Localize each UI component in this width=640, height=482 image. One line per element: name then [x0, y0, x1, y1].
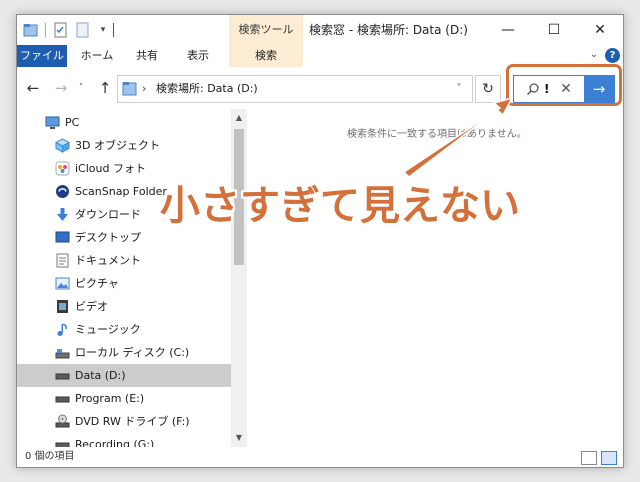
sidebar-item-label: Data (D:) — [75, 369, 126, 382]
sidebar-item-label: ビデオ — [75, 300, 108, 313]
sidebar-item-label: ダウンロード — [75, 208, 141, 221]
scroll-up-icon[interactable]: ▲ — [231, 111, 247, 125]
back-button[interactable]: ← — [23, 79, 43, 97]
music-icon — [57, 323, 67, 336]
sidebar-item-label: Recording (G:) — [75, 438, 155, 447]
tab-view[interactable]: 表示 — [175, 45, 221, 67]
drive-icon — [55, 373, 70, 380]
item-count: 0 個の項目 — [25, 451, 75, 462]
up-button[interactable]: ↑ — [95, 79, 115, 97]
tab-file[interactable]: ファイル — [17, 45, 67, 67]
sidebar-item-local-disk-c[interactable]: ローカル ディスク (C:) — [17, 341, 231, 364]
sidebar-item-label: iCloud フォト — [75, 162, 146, 175]
drive-icon — [55, 396, 70, 403]
minimize-button[interactable]: — — [485, 15, 531, 45]
sidebar-item-label: ピクチャ — [75, 277, 119, 290]
sidebar-item-documents[interactable]: ドキュメント — [17, 249, 231, 272]
sidebar-item-pc[interactable]: PC — [17, 111, 231, 134]
sidebar-item-recording-g[interactable]: Recording (G:) — [17, 433, 231, 447]
title-separator — [113, 23, 114, 37]
expand-ribbon-icon[interactable]: ⌄ — [587, 48, 601, 62]
address-bar[interactable]: › 検索場所: Data (D:) ˅ — [117, 75, 473, 103]
details-view-icon[interactable] — [581, 451, 597, 465]
sidebar-item-music[interactable]: ミュージック — [17, 318, 231, 341]
sidebar-item-dvd-f[interactable]: DVD RW ドライブ (F:) — [17, 410, 231, 433]
drive-icon — [55, 442, 70, 447]
sidebar-item-data-d[interactable]: Data (D:) — [17, 364, 231, 387]
3d-objects-icon — [55, 138, 70, 153]
sidebar-item-icloud-photos[interactable]: iCloud フォト — [17, 157, 231, 180]
title-bar: ▾ 検索ツール 検索窓 - 検索場所: Data (D:) — ☐ ✕ — [17, 15, 623, 45]
sidebar-item-label: Program (E:) — [75, 392, 145, 405]
tab-share[interactable]: 共有 — [127, 45, 167, 67]
tab-home[interactable]: ホーム — [75, 45, 119, 67]
local-disk-icon — [55, 349, 70, 359]
pc-icon — [45, 116, 60, 129]
sidebar-item-label: ScanSnap Folder — [75, 185, 167, 198]
breadcrumb-separator[interactable]: › — [142, 76, 146, 102]
refresh-button[interactable]: ↻ — [475, 75, 501, 103]
large-icons-view-icon[interactable] — [601, 451, 617, 465]
scroll-down-icon[interactable]: ▼ — [231, 431, 247, 445]
desktop-icon — [55, 231, 70, 243]
sidebar-item-label: ミュージック — [75, 323, 141, 336]
customize-toolbar-icon[interactable]: ▾ — [97, 22, 109, 38]
sidebar-item-label: デスクトップ — [75, 231, 141, 244]
sidebar-item-label: DVD RW ドライブ (F:) — [75, 415, 190, 428]
file-list-pane[interactable]: 検索条件に一致する項目はありません。 — [249, 109, 623, 447]
sidebar-scrollbar[interactable]: ▲ ▼ — [231, 109, 247, 447]
address-path[interactable]: 検索場所: Data (D:) — [156, 76, 258, 102]
new-folder-icon[interactable] — [75, 22, 91, 38]
annotation-text: 小さすぎて見えない — [160, 183, 520, 229]
tab-search[interactable]: 検索 — [229, 45, 303, 67]
sidebar-item-label: 3D オブジェクト — [75, 139, 160, 152]
sidebar-item-label: PC — [65, 116, 80, 129]
icloud-photos-icon — [55, 161, 70, 176]
annotation-highlight-box — [506, 64, 622, 106]
search-location-icon — [122, 82, 137, 96]
forward-button[interactable]: → — [51, 79, 71, 97]
video-icon — [57, 300, 68, 313]
quick-access-separator — [45, 23, 46, 37]
close-button[interactable]: ✕ — [577, 15, 623, 45]
window-title: 検索窓 - 検索場所: Data (D:) — [309, 23, 468, 37]
sidebar-item-label: ローカル ディスク (C:) — [75, 346, 190, 359]
dvd-drive-icon — [55, 414, 70, 428]
empty-results-message: 検索条件に一致する項目はありません。 — [347, 129, 527, 140]
sidebar-item-label: ドキュメント — [75, 254, 141, 267]
sidebar-item-3d-objects[interactable]: 3D オブジェクト — [17, 134, 231, 157]
sidebar-item-videos[interactable]: ビデオ — [17, 295, 231, 318]
pictures-icon — [55, 277, 70, 290]
scansnap-icon — [56, 185, 69, 198]
recent-locations-button[interactable]: ˅ — [75, 79, 87, 97]
maximize-button[interactable]: ☐ — [531, 15, 577, 45]
properties-icon[interactable] — [53, 22, 69, 38]
help-icon[interactable]: ? — [605, 48, 620, 63]
folder-icon[interactable] — [23, 22, 39, 38]
navigation-pane: PC 3D オブジェクト iCloud フォト ScanSnap Folder … — [17, 109, 247, 447]
documents-icon — [56, 253, 69, 268]
search-tools-tab-header: 検索ツール — [229, 15, 303, 45]
status-bar: 0 個の項目 — [17, 447, 623, 467]
download-icon — [57, 208, 68, 221]
sidebar-item-program-e[interactable]: Program (E:) — [17, 387, 231, 410]
sidebar-item-pictures[interactable]: ピクチャ — [17, 272, 231, 295]
address-dropdown-icon[interactable]: ˅ — [450, 76, 468, 102]
